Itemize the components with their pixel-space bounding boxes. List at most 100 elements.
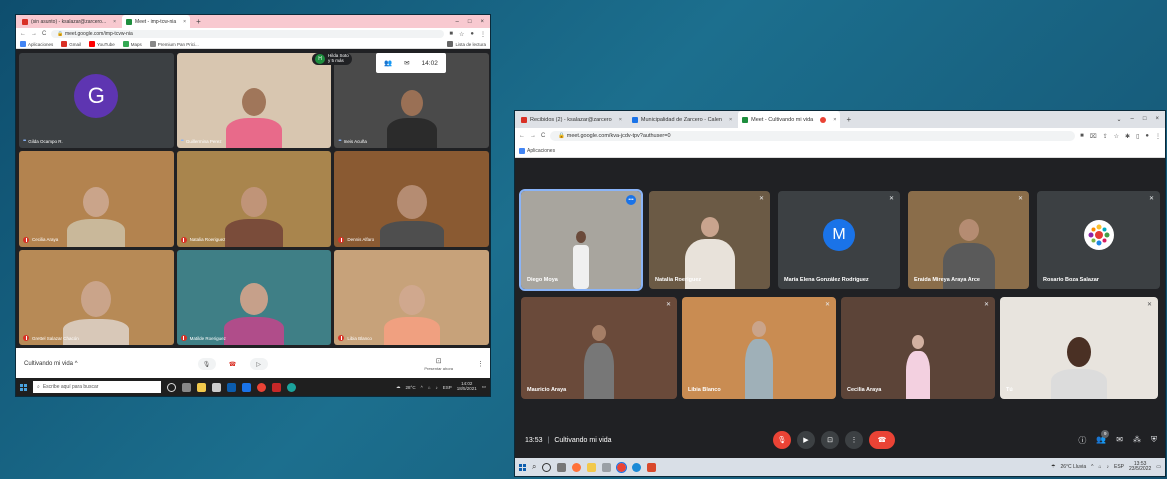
participant-tile-self[interactable]: ✕ Tú <box>1000 297 1158 399</box>
taskbar-clock[interactable]: 13:53 23/5/2022 <box>1129 461 1151 473</box>
maximize-icon[interactable]: □ <box>1143 116 1147 123</box>
tab-search-icon[interactable]: ⌄ <box>1116 116 1121 123</box>
mic-button[interactable]: 🎙 <box>197 358 216 370</box>
participant-tile[interactable]: Cecilia Araya <box>19 151 174 247</box>
close-icon[interactable]: × <box>183 19 186 25</box>
profile-icon[interactable]: ● <box>470 31 474 38</box>
participant-tile[interactable]: Libia Blanco <box>334 249 489 345</box>
meeting-title[interactable]: Cultivando mi vida <box>554 437 611 444</box>
edge-icon[interactable] <box>287 382 296 392</box>
participant-tile[interactable]: G ••• Gilda Ocampo R. <box>19 53 174 149</box>
new-tab-button[interactable]: + <box>842 115 855 124</box>
bookmark-premium[interactable]: Premium Pan Prici... <box>149 41 199 47</box>
taskbar-clock[interactable]: 14:02 18/5/2021 <box>457 381 477 392</box>
more-participants-badge[interactable]: H Hilda Soto y 5 más <box>312 53 352 65</box>
participant-tile[interactable]: ✕ Cecilia Araya <box>841 297 995 399</box>
acrobat-icon[interactable] <box>272 382 281 392</box>
chat-icon[interactable]: ✉ <box>404 59 409 67</box>
people-icon[interactable]: 👥 <box>384 59 392 67</box>
menu-icon[interactable]: ⋮ <box>480 31 486 38</box>
firefox-icon[interactable] <box>572 462 582 472</box>
star-icon[interactable]: ☆ <box>1114 133 1119 140</box>
camera-button[interactable]: ▶ <box>797 431 815 449</box>
profile-icon[interactable]: ● <box>1145 133 1149 140</box>
network-icon[interactable]: ⌂ <box>428 385 431 390</box>
cortana-icon[interactable] <box>167 382 176 392</box>
hangup-button[interactable]: ☎ <box>223 358 242 370</box>
chrome-icon[interactable] <box>616 461 628 473</box>
participant-tile[interactable]: M ✕ María Elena González Rodríguez <box>778 191 900 289</box>
tab-calendar[interactable]: Municipalidad de Zarcero - Calen × <box>628 111 736 128</box>
participant-tile[interactable]: ✕ Mauricio Araya <box>521 297 677 399</box>
participant-tile[interactable]: ••• Diego Moya <box>519 189 643 291</box>
language-indicator[interactable]: ESP <box>443 385 452 390</box>
volume-icon[interactable]: ♪ <box>435 385 437 390</box>
meeting-title[interactable]: Cultivando mi vida ^ <box>24 361 78 367</box>
close-icon[interactable]: × <box>619 117 622 123</box>
reload-icon[interactable]: C <box>42 31 46 37</box>
close-icon[interactable]: × <box>729 117 732 123</box>
close-icon[interactable]: × <box>833 117 836 123</box>
camera-icon[interactable]: ■ <box>1080 133 1084 140</box>
notifications-icon[interactable]: ▭ <box>482 384 486 390</box>
windows-start-icon[interactable] <box>20 383 27 391</box>
participant-tile[interactable]: Matilde Roeriguez <box>176 249 332 345</box>
task-view-icon[interactable] <box>557 462 567 472</box>
tab-gmail[interactable]: Recibidos (2) - ksalazar@zarcero × <box>517 111 626 128</box>
notifications-icon[interactable]: ▭ <box>1156 464 1161 470</box>
back-icon[interactable]: ← <box>519 133 525 139</box>
mic-off-button[interactable]: 🎙 <box>773 431 791 449</box>
info-icon[interactable]: ⓘ <box>1078 435 1086 446</box>
forward-icon[interactable]: → <box>31 31 37 37</box>
menu-icon[interactable]: ⋮ <box>1155 133 1161 140</box>
camera-button[interactable]: ▷ <box>249 358 268 370</box>
bookmark-gmail[interactable]: Gmail <box>61 41 81 47</box>
share-icon[interactable]: ⇪ <box>1103 133 1108 140</box>
hangup-button[interactable]: ☎ <box>869 431 895 449</box>
minimize-icon[interactable]: – <box>1131 116 1134 123</box>
store-icon[interactable] <box>212 382 221 392</box>
extensions-icon[interactable]: ✱ <box>1125 133 1130 140</box>
url-field[interactable]: 🔒 meet.google.com/kva-jcdv-tpv?authuser=… <box>550 131 1076 141</box>
tray-chevron-icon[interactable]: ^ <box>421 385 423 390</box>
bookmark-maps[interactable]: Maps <box>122 41 142 47</box>
people-button[interactable]: 👥 9 <box>1096 429 1110 446</box>
search-icon[interactable]: ⌕ <box>532 462 536 472</box>
tab-meet[interactable]: Meet - Cultivando mi vida × <box>738 111 841 128</box>
cortana-icon[interactable] <box>542 462 552 472</box>
office-icon[interactable] <box>647 462 657 472</box>
chrome-icon[interactable] <box>257 382 266 392</box>
tray-chevron-icon[interactable]: ^ <box>1091 464 1093 470</box>
volume-icon[interactable]: ♪ <box>1107 464 1110 470</box>
back-icon[interactable]: ← <box>20 31 26 37</box>
edge-icon[interactable] <box>632 462 642 472</box>
participant-tile[interactable]: ✕ Libia Blanco <box>682 297 836 399</box>
more-options-icon[interactable]: ⋮ <box>477 360 484 368</box>
bookmark-apps[interactable]: Aplicaciones <box>519 147 555 154</box>
participant-tile[interactable]: Natalia Roeriguez <box>176 151 332 247</box>
chat-icon[interactable]: ✉ <box>1116 435 1123 446</box>
bookmark-youtube[interactable]: YouTube <box>89 41 115 47</box>
present-now-button[interactable]: ⊡ Presentar ahora <box>424 357 453 371</box>
minimize-icon[interactable]: – <box>456 19 459 25</box>
taskbar-search[interactable]: ⌕ Escribe aquí para buscar <box>33 381 161 393</box>
participant-tile[interactable]: ✕ Rosario Boza Salazar <box>1037 191 1160 289</box>
reading-list[interactable]: Lista de lectura <box>447 41 486 47</box>
new-tab-button[interactable]: + <box>192 17 205 26</box>
close-window-icon[interactable]: × <box>1155 116 1159 123</box>
file-explorer-icon[interactable] <box>197 382 206 392</box>
language-indicator[interactable]: ESP <box>1114 464 1124 470</box>
url-field[interactable]: 🔒 meet.google.com/imp-tcvw-nia <box>51 30 445 38</box>
star-icon[interactable]: ☆ <box>459 31 464 38</box>
participant-tile[interactable]: ✕ Eraida Mireya Araya Arce <box>908 191 1029 289</box>
participant-tile[interactable]: ✕ Natalia Roeriguez <box>649 191 770 289</box>
participant-tile[interactable]: ••• Guillermina Perez <box>176 53 332 149</box>
participant-tile[interactable]: Dennis Alfaro <box>334 151 489 247</box>
tab-meet[interactable]: Meet - imp-tcw-nia × <box>122 15 191 28</box>
network-icon[interactable]: ⌂ <box>1098 464 1101 470</box>
task-view-icon[interactable] <box>182 382 191 392</box>
app-icon[interactable] <box>602 462 612 472</box>
close-icon[interactable]: × <box>113 19 116 25</box>
reload-icon[interactable]: C <box>541 133 545 139</box>
file-explorer-icon[interactable] <box>587 462 597 472</box>
